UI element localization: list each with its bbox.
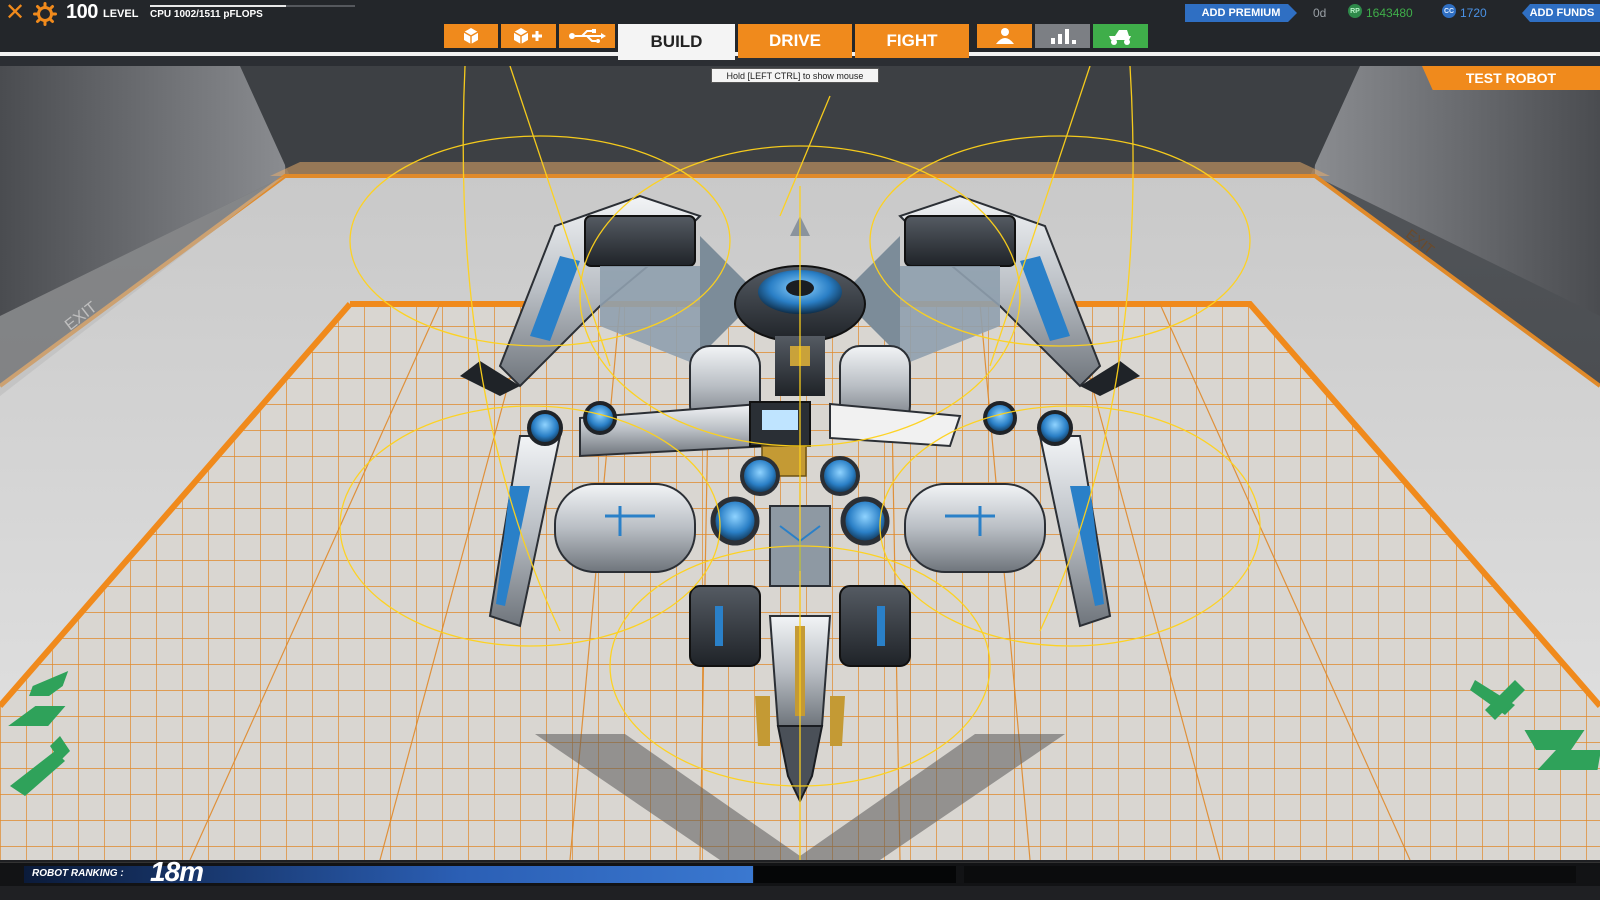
robot-ranking-value: 18m <box>150 856 204 887</box>
cosmetic-credits-icon: CC <box>1442 4 1456 18</box>
usb-connector-icon <box>569 29 606 43</box>
robits-icon: RP <box>1348 4 1362 18</box>
robits-balance: 1643480 <box>1366 6 1413 20</box>
gear-icon[interactable] <box>33 2 57 26</box>
garage-viewport[interactable]: EXIT EXIT <box>0 66 1600 860</box>
tab-robot-shop[interactable] <box>1093 24 1148 48</box>
close-icon[interactable]: ✕ <box>4 1 26 25</box>
top-bar: ✕ 100 LEVEL CPU 1002/1511 pFLOPS BUILD D… <box>0 0 1600 66</box>
robot-shop-icon <box>1108 30 1131 45</box>
tab-cubes[interactable] <box>444 24 498 48</box>
add-premium-button[interactable]: ADD PREMIUM <box>1185 4 1297 22</box>
cube-icon <box>463 28 479 44</box>
robot-ranking-secondary-track <box>964 866 1576 883</box>
tab-fight[interactable]: FIGHT <box>855 24 969 58</box>
player-level-label: LEVEL <box>103 8 139 20</box>
cpu-usage-fill <box>150 5 286 7</box>
test-robot-button[interactable]: TEST ROBOT <box>1422 66 1600 90</box>
cpu-usage-bar <box>150 5 355 7</box>
cpu-usage-text: CPU 1002/1511 pFLOPS <box>150 9 263 20</box>
stats-icon <box>1050 29 1076 44</box>
tab-build[interactable]: BUILD <box>618 24 735 60</box>
robot-ranking-fill <box>24 866 754 883</box>
tab-cube-inventory[interactable] <box>501 24 556 48</box>
tab-stats[interactable] <box>1035 24 1090 48</box>
player-level-number: 100 <box>66 1 98 23</box>
mouse-hint: Hold [LEFT CTRL] to show mouse <box>711 68 879 83</box>
robot-ranking-track <box>754 866 956 883</box>
avatar-icon <box>995 28 1014 44</box>
tab-connections[interactable] <box>559 24 615 48</box>
add-funds-button[interactable]: ADD FUNDS <box>1522 4 1600 22</box>
tab-drive[interactable]: DRIVE <box>738 24 852 58</box>
cube-plus-icon <box>513 28 542 44</box>
tab-avatar[interactable] <box>977 24 1032 48</box>
premium-days: 0d <box>1313 6 1327 20</box>
robot-ranking-label: ROBOT RANKING : <box>32 868 124 879</box>
cosmetic-credits-balance: 1720 <box>1460 6 1487 20</box>
